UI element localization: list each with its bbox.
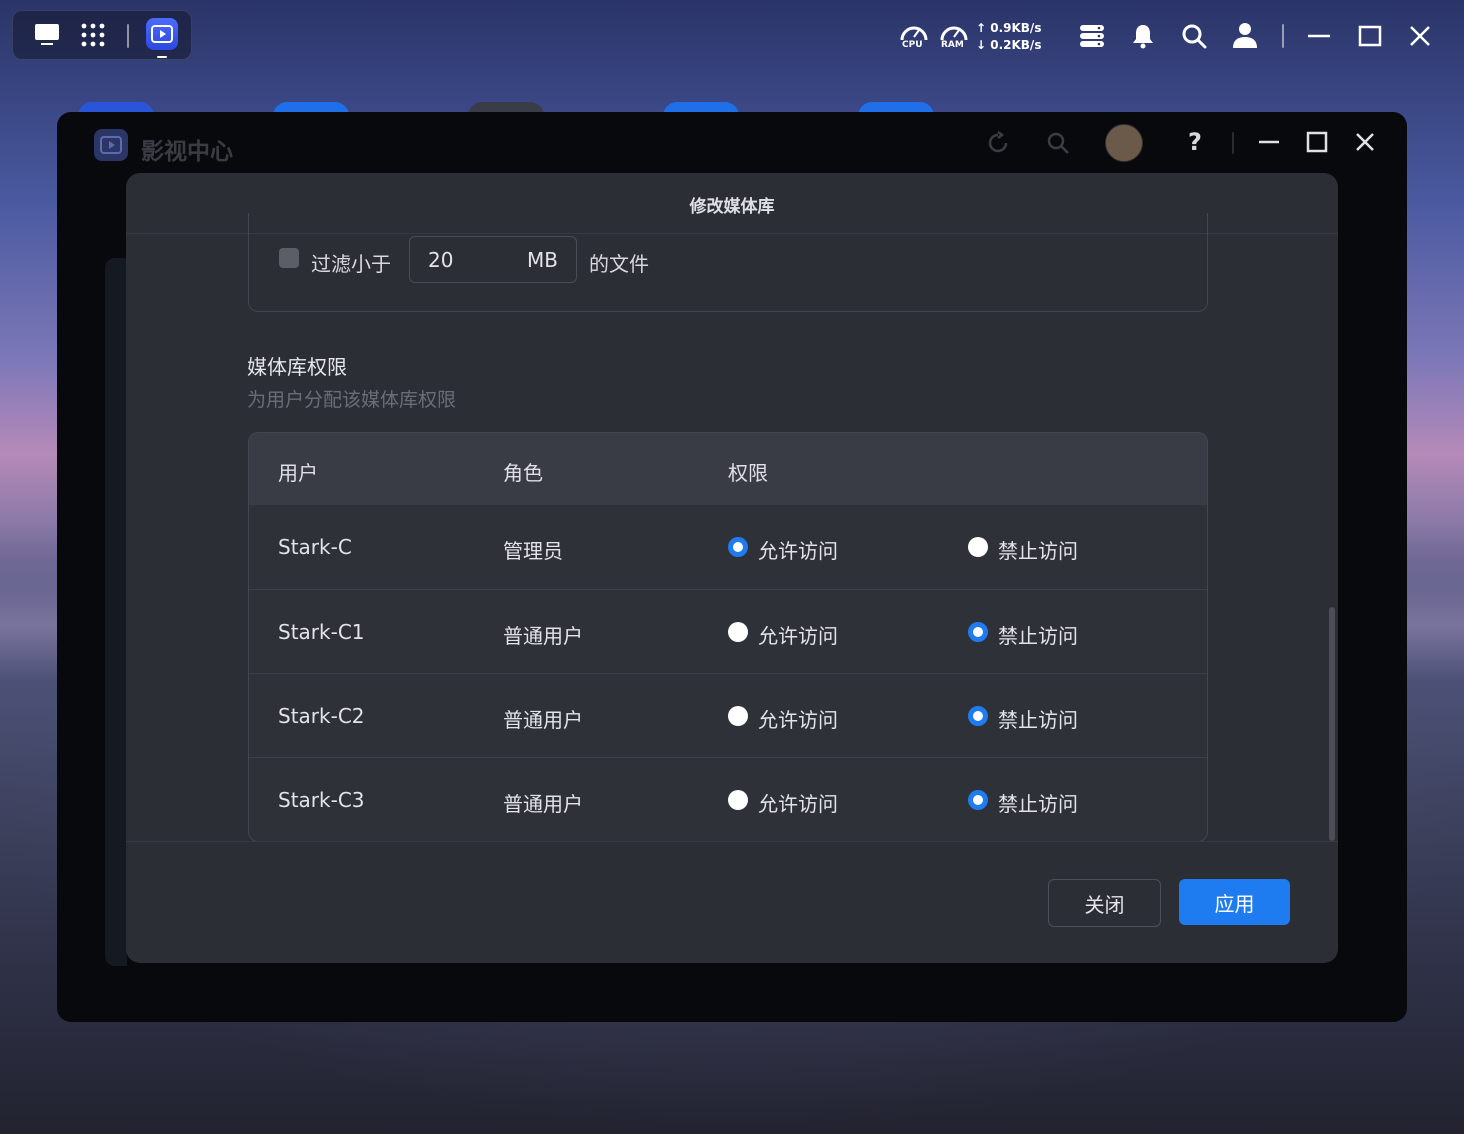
table-row: Stark-C1 普通用户 允许访问 禁止访问 bbox=[249, 589, 1207, 674]
edit-library-dialog: 修改媒体库 过滤小于 20 MB 的文件 媒体库权限 为用户分配该媒体库权限 用… bbox=[126, 173, 1338, 963]
deny-radio[interactable] bbox=[968, 537, 988, 557]
desktop-icon[interactable] bbox=[32, 22, 62, 48]
deny-label[interactable]: 禁止访问 bbox=[998, 620, 1078, 649]
dock-divider bbox=[127, 24, 129, 48]
allow-radio[interactable] bbox=[728, 537, 748, 557]
maximize-icon[interactable] bbox=[1356, 22, 1384, 50]
dialog-footer-divider bbox=[126, 841, 1338, 842]
user-role: 普通用户 bbox=[503, 624, 583, 648]
allow-radio[interactable] bbox=[728, 622, 748, 642]
table-row: Stark-C 管理员 允许访问 禁止访问 bbox=[249, 505, 1207, 589]
allow-label[interactable]: 允许访问 bbox=[758, 620, 838, 649]
window-maximize-icon[interactable] bbox=[1303, 128, 1331, 156]
user-role: 管理员 bbox=[503, 539, 563, 563]
window-close-icon[interactable] bbox=[1351, 128, 1379, 156]
header-permission: 权限 bbox=[728, 461, 768, 485]
permissions-subtitle: 为用户分配该媒体库权限 bbox=[247, 389, 457, 411]
user-name: Stark-C bbox=[278, 535, 352, 559]
close-icon[interactable] bbox=[1406, 22, 1434, 50]
permissions-title: 媒体库权限 bbox=[247, 355, 347, 379]
file-filter-box: 过滤小于 20 MB 的文件 bbox=[248, 213, 1208, 312]
video-center-logo-icon bbox=[94, 129, 128, 161]
deny-radio[interactable] bbox=[968, 622, 988, 642]
filter-size-unit: MB bbox=[527, 248, 558, 272]
server-icon[interactable] bbox=[1078, 22, 1106, 50]
header-role: 角色 bbox=[503, 461, 543, 485]
filter-size-input[interactable]: 20 MB bbox=[409, 236, 577, 283]
filter-suffix: 的文件 bbox=[589, 252, 649, 276]
window-divider bbox=[1232, 132, 1234, 154]
deny-radio[interactable] bbox=[968, 790, 988, 810]
app-grid-icon[interactable] bbox=[78, 20, 108, 50]
filter-size-value[interactable]: 20 bbox=[428, 248, 453, 272]
sidebar-peek bbox=[105, 258, 127, 966]
cpu-label: CPU bbox=[902, 40, 923, 50]
user-role: 普通用户 bbox=[503, 792, 583, 816]
permissions-table: 用户 角色 权限 Stark-C 管理员 允许访问 禁止访问 Stark-C1 … bbox=[248, 432, 1208, 842]
download-speed: ↓ 0.2KB/s bbox=[976, 38, 1042, 52]
network-speed: ↑ 0.9KB/s ↓ 0.2KB/s bbox=[976, 20, 1041, 54]
allow-radio[interactable] bbox=[728, 790, 748, 810]
user-icon[interactable] bbox=[1231, 20, 1259, 50]
deny-label[interactable]: 禁止访问 bbox=[998, 535, 1078, 564]
deny-label[interactable]: 禁止访问 bbox=[998, 788, 1078, 817]
system-topbar: CPU RAM ↑ 0.9KB/s ↓ 0.2KB/s bbox=[0, 0, 1464, 70]
help-icon[interactable]: ? bbox=[1181, 126, 1209, 158]
app-title: 影视中心 bbox=[141, 139, 233, 165]
user-name: Stark-C1 bbox=[278, 620, 365, 644]
minimize-icon[interactable] bbox=[1305, 22, 1333, 50]
allow-label[interactable]: 允许访问 bbox=[758, 535, 838, 564]
apply-button[interactable]: 应用 bbox=[1179, 879, 1290, 925]
deny-label[interactable]: 禁止访问 bbox=[998, 704, 1078, 733]
upload-speed: ↑ 0.9KB/s bbox=[976, 21, 1042, 35]
filter-label: 过滤小于 bbox=[311, 252, 391, 276]
table-row: Stark-C2 普通用户 允许访问 禁止访问 bbox=[249, 673, 1207, 758]
user-role: 普通用户 bbox=[503, 708, 583, 732]
dialog-scrollbar[interactable] bbox=[1329, 607, 1335, 841]
allow-label[interactable]: 允许访问 bbox=[758, 788, 838, 817]
user-name: Stark-C2 bbox=[278, 704, 365, 728]
allow-radio[interactable] bbox=[728, 706, 748, 726]
header-user: 用户 bbox=[278, 461, 318, 485]
avatar[interactable] bbox=[1105, 124, 1143, 162]
video-center-icon[interactable] bbox=[146, 18, 178, 58]
user-name: Stark-C3 bbox=[278, 788, 365, 812]
topbar-divider bbox=[1282, 24, 1284, 48]
ram-label: RAM bbox=[941, 40, 964, 50]
close-button[interactable]: 关闭 bbox=[1048, 879, 1161, 927]
allow-label[interactable]: 允许访问 bbox=[758, 704, 838, 733]
app-search-icon[interactable] bbox=[1043, 128, 1073, 158]
window-minimize-icon[interactable] bbox=[1255, 128, 1283, 156]
deny-radio[interactable] bbox=[968, 706, 988, 726]
table-row: Stark-C3 普通用户 允许访问 禁止访问 bbox=[249, 757, 1207, 841]
filter-checkbox[interactable] bbox=[279, 248, 299, 268]
bell-icon[interactable] bbox=[1129, 22, 1157, 50]
refresh-icon[interactable] bbox=[983, 128, 1013, 158]
search-icon[interactable] bbox=[1180, 22, 1208, 50]
table-header: 用户 角色 权限 bbox=[249, 433, 1207, 505]
